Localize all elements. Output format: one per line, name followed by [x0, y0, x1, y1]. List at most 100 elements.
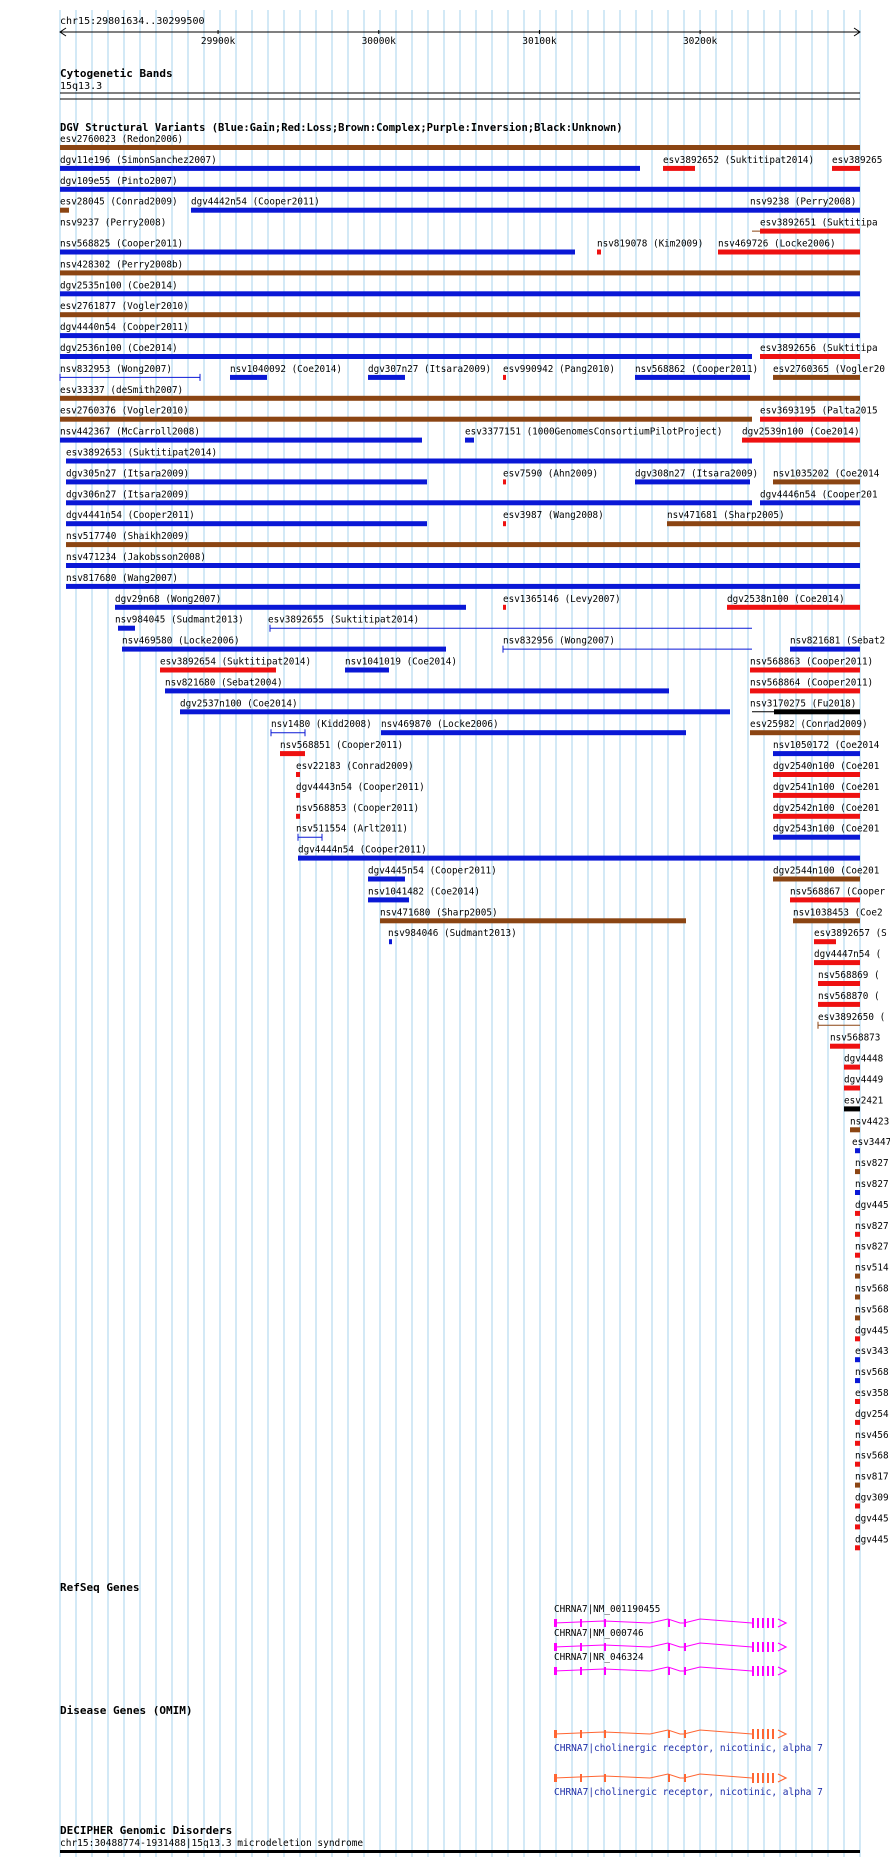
dgv-variant-label: nsv517740 (Shaikh2009) — [66, 531, 189, 542]
dgv-variant[interactable]: dgv2544n100 (Coe201 — [773, 866, 879, 882]
dgv-variant[interactable]: esv28045 (Conrad2009) — [60, 197, 178, 213]
dgv-variant[interactable]: esv2760376 (Vogler2010) — [60, 406, 752, 422]
dgv-variant[interactable]: nsv984045 (Sudmant2013) — [115, 615, 244, 631]
dgv-variant-label: nsv1035202 (Coe2014 — [773, 468, 880, 479]
dgv-variant[interactable]: nsv471681 (Sharp2005) — [667, 510, 860, 527]
dgv-variant[interactable]: nsv1035202 (Coe2014 — [773, 468, 880, 485]
dgv-variant[interactable]: esv3987 (Wang2008) — [503, 510, 604, 527]
dgv-variant[interactable]: dgv306n27 (Itsara2009) — [66, 489, 752, 506]
dgv-variant[interactable]: esv3892657 (S — [814, 928, 887, 945]
dgv-variant[interactable]: dgv305n27 (Itsara2009) — [66, 468, 427, 485]
dgv-variant[interactable]: dgv11e196 (SimonSanchez2007) — [60, 155, 640, 171]
refseq-gene-model[interactable] — [553, 1666, 788, 1676]
dgv-variant[interactable]: dgv307n27 (Itsara2009) — [368, 364, 491, 380]
dgv-variant-bar — [850, 1127, 860, 1133]
gene-exon — [668, 1619, 670, 1627]
dgv-variant[interactable]: esv389265 — [832, 155, 882, 171]
dgv-variant[interactable]: dgv2536n100 (Coe2014) — [60, 343, 752, 359]
dgv-variant[interactable]: esv3892656 (Suktitipa — [760, 343, 878, 359]
dgv-variant-label: nsv821680 (Sebat2004) — [165, 677, 283, 688]
dgv-variant[interactable]: nsv511554 (Arlt2011) — [296, 824, 408, 841]
dgv-variant[interactable]: dgv29n68 (Wong2007) — [115, 594, 466, 610]
dgv-variant[interactable]: dgv4441n54 (Cooper2011) — [66, 510, 427, 527]
dgv-variant[interactable]: esv3892652 (Suktitipat2014) — [663, 155, 814, 171]
dgv-variant[interactable]: dgv4448 — [844, 1054, 883, 1070]
dgv-variant[interactable]: esv3892653 (Suktitipat2014) — [66, 448, 752, 464]
dgv-variant[interactable]: nsv1050172 (Coe2014 — [773, 740, 880, 757]
dgv-variant-bar — [66, 563, 860, 568]
dgv-variant[interactable]: nsv568853 (Cooper2011) — [296, 803, 419, 819]
dgv-variant-label: dgv4443n54 (Cooper2011) — [296, 782, 425, 793]
dgv-variant[interactable]: esv3693195 (Palta2015 — [760, 406, 878, 422]
dgv-variant[interactable]: dgv4442n54 (Cooper2011) — [191, 197, 750, 213]
dgv-variant[interactable]: dgv2541n100 (Coe201 — [773, 782, 879, 798]
dgv-variant[interactable]: dgv4446n54 (Cooper201 — [760, 489, 878, 506]
dgv-variant[interactable]: nsv832953 (Wong2007) — [59, 364, 201, 381]
dgv-variant[interactable]: esv3892655 (Suktitipat2014) — [268, 615, 752, 632]
dgv-variant[interactable]: nsv568862 (Cooper2011) — [635, 364, 758, 380]
dgv-variant[interactable]: nsv1041019 (Coe2014) — [345, 657, 457, 673]
dgv-variant[interactable]: nsv568864 (Cooper2011) — [750, 677, 873, 694]
dgv-variant[interactable]: esv2421 — [844, 1095, 883, 1112]
refseq-gene-model[interactable] — [553, 1618, 788, 1628]
dgv-variant[interactable]: nsv819078 (Kim2009) — [597, 239, 703, 255]
dgv-variant[interactable]: nsv568870 ( — [818, 991, 880, 1007]
dgv-variant[interactable]: dgv2543n100 (Coe201 — [773, 824, 879, 840]
dgv-variant[interactable]: dgv2542n100 (Coe201 — [773, 803, 879, 819]
dgv-variant[interactable]: esv3892654 (Suktitipat2014) — [160, 657, 311, 673]
dgv-variant[interactable]: esv3447 — [852, 1137, 890, 1154]
dgv-variant-bar — [368, 374, 405, 380]
dgv-variant[interactable]: nsv442367 (McCarroll2008) — [60, 427, 422, 443]
dgv-variant[interactable]: dgv2537n100 (Coe2014) — [180, 698, 730, 715]
dgv-variant[interactable]: dgv4447n54 ( — [814, 949, 881, 966]
dgv-variant[interactable]: nsv1040092 (Coe2014) — [230, 364, 342, 380]
dgv-variant[interactable]: esv3892651 (Suktitipa — [760, 218, 878, 234]
dgv-variant[interactable]: nsv3170275 (Fu2018) — [750, 698, 860, 715]
dgv-variant[interactable]: dgv4443n54 (Cooper2011) — [296, 782, 425, 798]
dgv-variant[interactable]: dgv2539n100 (Coe2014) — [742, 427, 860, 443]
dgv-variant[interactable]: nsv984046 (Sudmant2013) — [388, 928, 517, 945]
dgv-variant[interactable]: esv25982 (Conrad2009) — [750, 719, 868, 736]
dgv-variant-label: nsv819078 (Kim2009) — [597, 239, 703, 250]
dgv-variant[interactable]: nsv1038453 (Coe2 — [793, 907, 883, 924]
dgv-variant[interactable]: esv990942 (Pang2010) — [503, 364, 615, 380]
dgv-variant[interactable]: nsv471234 (Jakobsson2008) — [66, 552, 860, 568]
dgv-variant[interactable]: nsv1041482 (Coe2014) — [368, 886, 480, 903]
dgv-variant[interactable]: dgv4445n54 (Cooper2011) — [368, 866, 497, 882]
gene-exon — [767, 1642, 769, 1652]
dgv-variant-bar — [773, 813, 860, 819]
dgv-variant[interactable]: nsv568863 (Cooper2011) — [750, 657, 873, 673]
dgv-variant[interactable]: nsv568873 — [830, 1033, 880, 1049]
dgv-variant-bar — [855, 1148, 860, 1154]
dgv-variant-bar — [60, 291, 860, 297]
gene-exon — [762, 1729, 764, 1739]
dgv-variant[interactable]: nsv471680 (Sharp2005) — [380, 907, 686, 924]
omim-gene-model[interactable] — [553, 1729, 788, 1739]
dgv-variant[interactable]: nsv469870 (Locke2006) — [381, 719, 686, 736]
refseq-gene-model[interactable] — [553, 1642, 788, 1652]
dgv-variant[interactable]: nsv817680 (Wang2007) — [66, 573, 860, 589]
dgv-variant[interactable]: nsv1480 (Kidd2008) — [270, 719, 372, 737]
decipher-feature-bar[interactable] — [60, 1850, 860, 1853]
dgv-variant[interactable]: nsv821681 (Sebat2 — [790, 636, 885, 652]
dgv-variant[interactable]: dgv2540n100 (Coe201 — [773, 761, 879, 777]
dgv-variant[interactable]: esv7590 (Ahn2009) — [503, 468, 598, 485]
dgv-variant[interactable]: dgv2538n100 (Coe2014) — [727, 594, 860, 610]
dgv-variant[interactable]: nsv4423 — [850, 1116, 889, 1133]
dgv-variant[interactable]: nsv568851 (Cooper2011) — [280, 740, 403, 757]
dgv-variant[interactable]: esv2760365 (Vogler20 — [773, 364, 885, 380]
dgv-variant[interactable]: dgv4444n54 (Cooper2011) — [298, 845, 860, 861]
dgv-variant[interactable]: dgv308n27 (Itsara2009) — [635, 468, 758, 485]
dgv-variant[interactable]: nsv469726 (Locke2006) — [718, 239, 860, 255]
dgv-variant[interactable]: nsv9238 (Perry2008) — [750, 197, 860, 213]
dgv-variant[interactable]: nsv568867 (Cooper — [790, 886, 886, 903]
dgv-variant[interactable]: nsv821680 (Sebat2004) — [165, 677, 669, 694]
dgv-variant[interactable]: nsv568825 (Cooper2011) — [60, 239, 575, 255]
dgv-variant[interactable]: nsv517740 (Shaikh2009) — [66, 531, 860, 548]
gene-exon — [604, 1730, 606, 1738]
dgv-variant[interactable]: dgv4449 — [844, 1075, 883, 1091]
dgv-variant[interactable]: esv1365146 (Levy2007) — [503, 594, 621, 610]
omim-gene-model[interactable] — [553, 1773, 788, 1783]
dgv-variant-label: dgv2543n100 (Coe201 — [773, 824, 879, 835]
dgv-variant[interactable]: nsv568869 ( — [818, 970, 880, 986]
